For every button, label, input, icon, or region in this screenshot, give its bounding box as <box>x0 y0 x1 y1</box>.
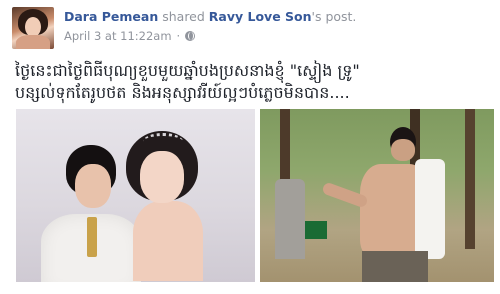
bride-face <box>140 151 184 203</box>
shared-action-text: shared <box>158 9 209 24</box>
shared-from-link[interactable]: Ravy Love Son <box>209 9 312 24</box>
post-timestamp[interactable]: April 3 at 11:22am <box>64 29 172 43</box>
post-meta: April 3 at 11:22am · <box>64 29 196 43</box>
post-message: ថ្ងៃនេះជាថ្ងៃពិធីបុណ្យខួបមួយឆ្នាំបងប្រសន… <box>15 60 485 104</box>
bride-tiara <box>143 133 183 150</box>
avatar-body <box>16 35 50 49</box>
grave-stone <box>275 179 305 259</box>
bride-body <box>133 201 203 281</box>
avatar-face <box>25 17 41 37</box>
man-towel <box>415 159 445 259</box>
man-shorts <box>362 251 428 282</box>
groom-face <box>75 164 111 208</box>
post-header: Dara Pemean shared Ravy Love Son's post. <box>64 9 356 24</box>
man-face <box>391 139 415 161</box>
shared-suffix-text: 's post. <box>311 9 357 24</box>
wedding-photo[interactable] <box>16 109 255 282</box>
post-text-line-2: បន្សល់ទុកតែរូបថត និងអនុស្សាវរីយ៍ល្អៗបំភ្… <box>15 83 350 102</box>
memorial-photo[interactable] <box>260 109 494 282</box>
green-sign <box>305 221 327 239</box>
author-name-link[interactable]: Dara Pemean <box>64 9 158 24</box>
post-text-line-1: ថ្ងៃនេះជាថ្ងៃពិធីបុណ្យខួបមួយឆ្នាំបងប្រសន… <box>15 61 360 80</box>
tree-trunk <box>465 109 475 249</box>
globe-icon[interactable] <box>185 31 196 41</box>
groom-tie <box>87 217 97 257</box>
author-avatar[interactable] <box>12 7 54 49</box>
meta-separator: · <box>176 29 181 43</box>
